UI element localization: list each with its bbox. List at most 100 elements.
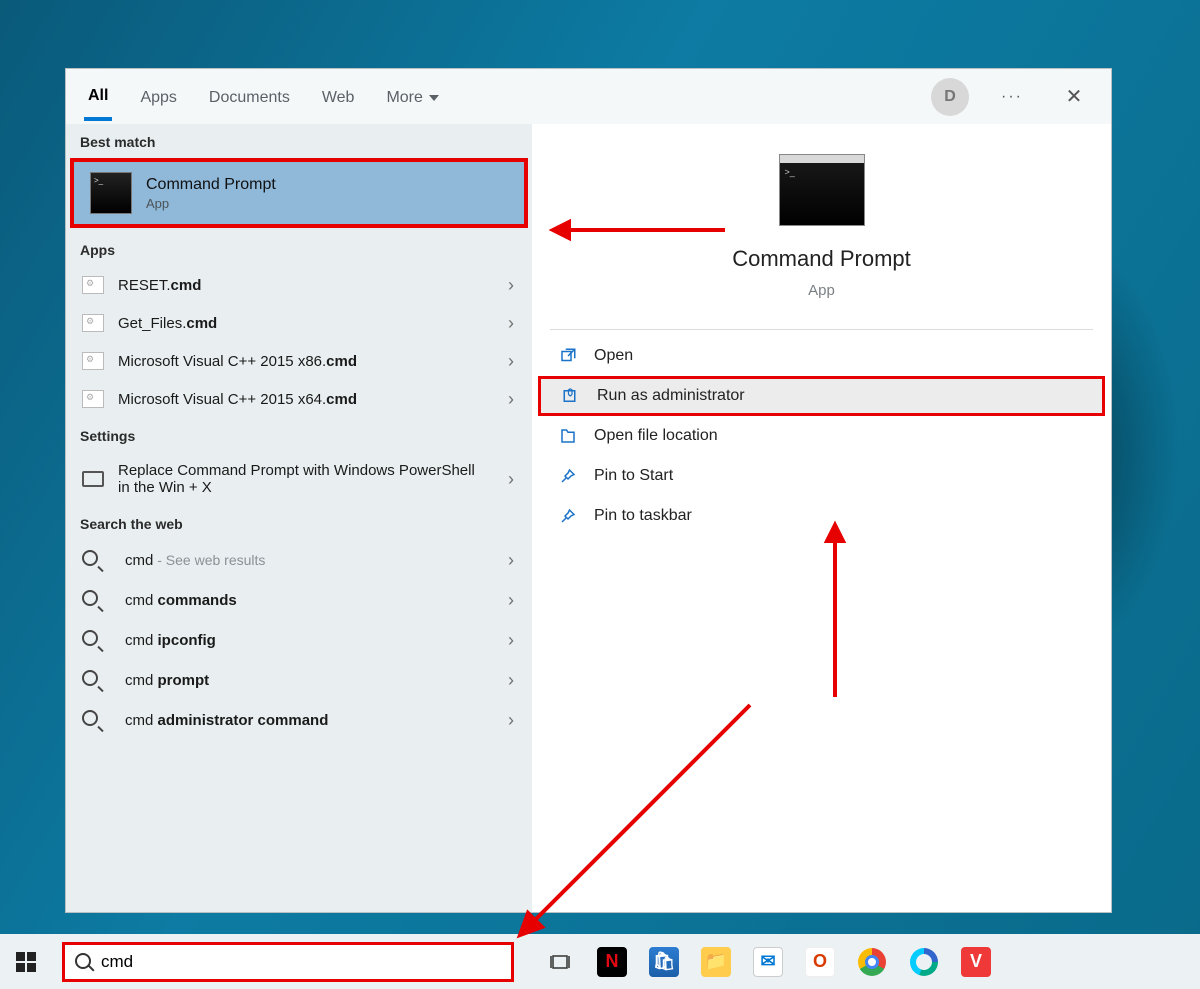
action-pin-to-start[interactable]: Pin to Start	[532, 456, 1111, 496]
cmd-file-icon	[82, 276, 104, 294]
cmd-file-icon	[82, 352, 104, 370]
app-result-row[interactable]: Get_Files.cmd ›	[66, 304, 532, 342]
web-result-text: cmd	[125, 552, 153, 569]
web-result-bold: administrator command	[158, 712, 329, 729]
app-result-row[interactable]: RESET.cmd ›	[66, 266, 532, 304]
search-icon	[75, 953, 93, 971]
chevron-right-icon: ›	[508, 590, 514, 611]
close-button[interactable]: ✕	[1055, 78, 1093, 116]
best-match-title: Command Prompt	[146, 176, 276, 194]
pin-icon	[558, 507, 578, 525]
app-result-bold: cmd	[326, 391, 357, 408]
cmd-file-icon	[82, 314, 104, 332]
chevron-right-icon: ›	[508, 313, 514, 334]
web-heading: Search the web	[66, 506, 532, 540]
tab-web[interactable]: Web	[318, 75, 359, 119]
results-list: Best match Command Prompt App Apps RESET…	[66, 124, 532, 912]
start-button[interactable]	[0, 934, 52, 989]
command-prompt-icon	[779, 154, 865, 226]
settings-result-row[interactable]: Replace Command Prompt with Windows Powe…	[66, 452, 532, 506]
best-match-subtitle: App	[146, 196, 276, 211]
action-pin-to-taskbar[interactable]: Pin to taskbar	[532, 496, 1111, 536]
web-result-text: cmd	[125, 632, 158, 649]
app-result-row[interactable]: Microsoft Visual C++ 2015 x86.cmd ›	[66, 342, 532, 380]
web-result-row[interactable]: cmd administrator command ›	[66, 700, 532, 740]
pin-icon	[558, 467, 578, 485]
cmd-file-icon	[82, 390, 104, 408]
search-icon	[82, 590, 111, 610]
chevron-right-icon: ›	[508, 351, 514, 372]
office-icon: O	[805, 947, 835, 977]
more-options-button[interactable]: ···	[993, 78, 1031, 116]
action-label: Open	[594, 347, 633, 365]
task-view-icon	[548, 950, 572, 974]
taskbar: N 🛍 📁 ✉ O V	[0, 934, 1200, 989]
best-match-item[interactable]: Command Prompt App	[70, 158, 528, 228]
web-result-text: cmd	[125, 672, 158, 689]
action-label: Run as administrator	[597, 387, 745, 405]
action-open-file-location[interactable]: Open file location	[532, 416, 1111, 456]
tab-documents[interactable]: Documents	[205, 75, 294, 119]
app-result-text: RESET.	[118, 277, 171, 294]
app-result-bold: cmd	[186, 315, 217, 332]
web-result-row[interactable]: cmd commands ›	[66, 580, 532, 620]
divider	[550, 329, 1093, 330]
edge-icon	[910, 948, 938, 976]
settings-result-text: Replace Command Prompt with Windows Powe…	[118, 462, 478, 496]
app-result-bold: cmd	[326, 353, 357, 370]
tab-more[interactable]: More	[382, 75, 442, 119]
action-open[interactable]: Open	[532, 336, 1111, 376]
search-icon	[82, 550, 111, 570]
caret-down-icon	[429, 95, 439, 101]
web-result-text: cmd	[125, 712, 158, 729]
tab-all[interactable]: All	[84, 73, 112, 121]
user-avatar[interactable]: D	[931, 78, 969, 116]
settings-heading: Settings	[66, 418, 532, 452]
search-icon	[82, 630, 111, 650]
apps-heading: Apps	[66, 232, 532, 266]
web-result-row[interactable]: cmd ipconfig ›	[66, 620, 532, 660]
taskbar-app-office[interactable]: O	[796, 938, 844, 986]
folder-icon	[558, 427, 578, 445]
app-result-row[interactable]: Microsoft Visual C++ 2015 x64.cmd ›	[66, 380, 532, 418]
result-preview-pane: Command Prompt App Open Run as administr…	[532, 124, 1111, 912]
taskbar-app-file-explorer[interactable]: 📁	[692, 938, 740, 986]
open-icon	[558, 347, 578, 365]
web-result-row[interactable]: cmd prompt ›	[66, 660, 532, 700]
chevron-right-icon: ›	[508, 670, 514, 691]
web-result-bold: ipconfig	[158, 632, 216, 649]
taskbar-app-edge[interactable]	[900, 938, 948, 986]
action-label: Open file location	[594, 427, 718, 445]
ms-store-icon: 🛍	[649, 947, 679, 977]
web-result-hint: - See web results	[153, 552, 265, 568]
chevron-right-icon: ›	[508, 550, 514, 571]
mail-icon: ✉	[753, 947, 783, 977]
app-result-text: Get_Files.	[118, 315, 186, 332]
chevron-right-icon: ›	[508, 710, 514, 731]
action-run-as-administrator[interactable]: Run as administrator	[538, 376, 1105, 416]
app-result-text: Microsoft Visual C++ 2015 x64.	[118, 391, 326, 408]
search-tabs: All Apps Documents Web More D ··· ✕	[66, 69, 1111, 124]
taskbar-app-ms-store[interactable]: 🛍	[640, 938, 688, 986]
taskbar-app-mail[interactable]: ✉	[744, 938, 792, 986]
shield-icon	[561, 387, 581, 405]
chevron-right-icon: ›	[508, 389, 514, 410]
web-result-row[interactable]: cmd - See web results ›	[66, 540, 532, 580]
chevron-right-icon: ›	[508, 275, 514, 296]
taskbar-app-netflix[interactable]: N	[588, 938, 636, 986]
taskbar-search-box[interactable]	[62, 942, 514, 982]
search-icon	[82, 670, 111, 690]
task-view-button[interactable]	[536, 938, 584, 986]
web-result-text: cmd	[125, 592, 158, 609]
search-input[interactable]	[101, 952, 501, 972]
taskbar-app-vivaldi[interactable]: V	[952, 938, 1000, 986]
windows-logo-icon	[16, 952, 36, 972]
search-icon	[82, 710, 111, 730]
chrome-icon	[858, 948, 886, 976]
tab-apps[interactable]: Apps	[136, 75, 180, 119]
search-results-panel: All Apps Documents Web More D ··· ✕ Best…	[65, 68, 1112, 913]
web-result-bold: prompt	[158, 672, 210, 689]
app-result-text: Microsoft Visual C++ 2015 x86.	[118, 353, 326, 370]
command-prompt-icon	[90, 172, 132, 214]
taskbar-app-chrome[interactable]	[848, 938, 896, 986]
